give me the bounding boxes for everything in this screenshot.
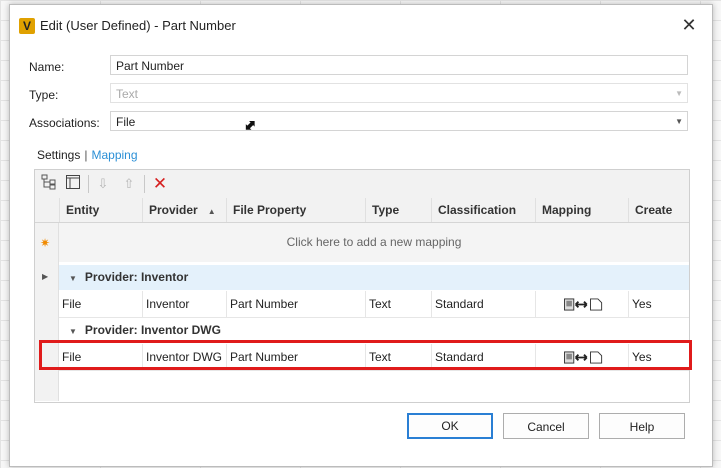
column-header-classification[interactable]: Classification bbox=[431, 198, 535, 222]
type-combo: Text ▼ bbox=[110, 83, 688, 103]
table-row[interactable]: File Inventor Part Number Text Standard … bbox=[59, 291, 689, 318]
bidirectional-mapping-icon bbox=[564, 298, 603, 311]
vault-app-icon: V bbox=[19, 18, 35, 34]
cell-create[interactable]: Yes bbox=[628, 291, 689, 317]
new-row-asterisk-icon: ✷ bbox=[40, 236, 51, 250]
chevron-down-icon: ▼ bbox=[675, 89, 683, 98]
column-header-file-property[interactable]: File Property bbox=[226, 198, 365, 222]
name-label: Name: bbox=[29, 60, 65, 74]
toolbar-divider bbox=[144, 175, 145, 193]
move-down-icon[interactable]: ⇩ bbox=[93, 174, 113, 194]
tab-settings[interactable]: Settings bbox=[37, 148, 80, 162]
current-row-indicator-icon: ▶ bbox=[42, 272, 49, 281]
tab-mapping[interactable]: Mapping bbox=[91, 148, 137, 162]
tab-separator: | bbox=[84, 148, 88, 162]
cell-mapping[interactable] bbox=[535, 291, 628, 317]
help-button[interactable]: Help bbox=[599, 413, 685, 439]
group-row-provider-inventor[interactable]: ▼ Provider: Inventor bbox=[59, 265, 689, 290]
associations-combo[interactable]: File ▼ bbox=[110, 111, 688, 131]
cell-classification[interactable]: Standard bbox=[431, 291, 535, 317]
group-label: Provider: Inventor DWG bbox=[84, 323, 221, 337]
associations-value: File bbox=[116, 115, 136, 129]
hierarchy-icon[interactable] bbox=[39, 174, 59, 194]
cell-entity[interactable]: File bbox=[59, 291, 142, 317]
sort-ascending-icon: ▲ bbox=[207, 207, 216, 216]
dialog-title: Edit (User Defined) - Part Number bbox=[40, 18, 236, 33]
grid-toolbar: ⇩ ⇧ ✕ bbox=[35, 170, 689, 199]
close-icon[interactable]: ✕ bbox=[678, 14, 700, 36]
cell-type[interactable]: Text bbox=[365, 291, 431, 317]
red-highlight-box bbox=[39, 340, 692, 370]
collapse-triangle-icon[interactable]: ▼ bbox=[69, 327, 77, 336]
column-header-mapping[interactable]: Mapping bbox=[535, 198, 628, 222]
cell-file-property[interactable]: Part Number bbox=[226, 291, 365, 317]
column-chooser-icon[interactable] bbox=[63, 174, 83, 194]
edit-property-dialog: V Edit (User Defined) - Part Number ✕ Na… bbox=[9, 4, 713, 467]
column-header-create[interactable]: Create bbox=[628, 198, 689, 222]
column-header-type[interactable]: Type bbox=[365, 198, 431, 222]
row-header-corner bbox=[35, 198, 59, 222]
delete-icon[interactable]: ✕ bbox=[150, 174, 170, 194]
column-header-provider[interactable]: Provider ▲ bbox=[142, 198, 226, 222]
cancel-button[interactable]: Cancel bbox=[503, 413, 589, 439]
name-input[interactable]: Part Number bbox=[110, 55, 688, 75]
group-label: Provider: Inventor bbox=[84, 270, 189, 284]
toolbar-divider bbox=[88, 175, 89, 193]
associations-label: Associations: bbox=[29, 116, 100, 130]
title-bar: V Edit (User Defined) - Part Number ✕ bbox=[10, 5, 712, 43]
move-up-icon[interactable]: ⇧ bbox=[119, 174, 139, 194]
cell-provider[interactable]: Inventor bbox=[142, 291, 226, 317]
add-new-mapping-row[interactable]: Click here to add a new mapping bbox=[59, 223, 689, 262]
tab-strip: Settings | Mapping bbox=[37, 148, 138, 162]
grid-header: Entity Provider ▲ File Property Type Clas… bbox=[35, 198, 689, 223]
ok-button[interactable]: OK bbox=[407, 413, 493, 439]
type-value: Text bbox=[116, 87, 139, 101]
collapse-triangle-icon[interactable]: ▼ bbox=[69, 274, 77, 283]
column-header-entity[interactable]: Entity bbox=[59, 198, 142, 222]
provider-header-label: Provider bbox=[149, 203, 198, 217]
type-label: Type: bbox=[29, 88, 59, 102]
chevron-down-icon[interactable]: ▼ bbox=[675, 112, 683, 132]
